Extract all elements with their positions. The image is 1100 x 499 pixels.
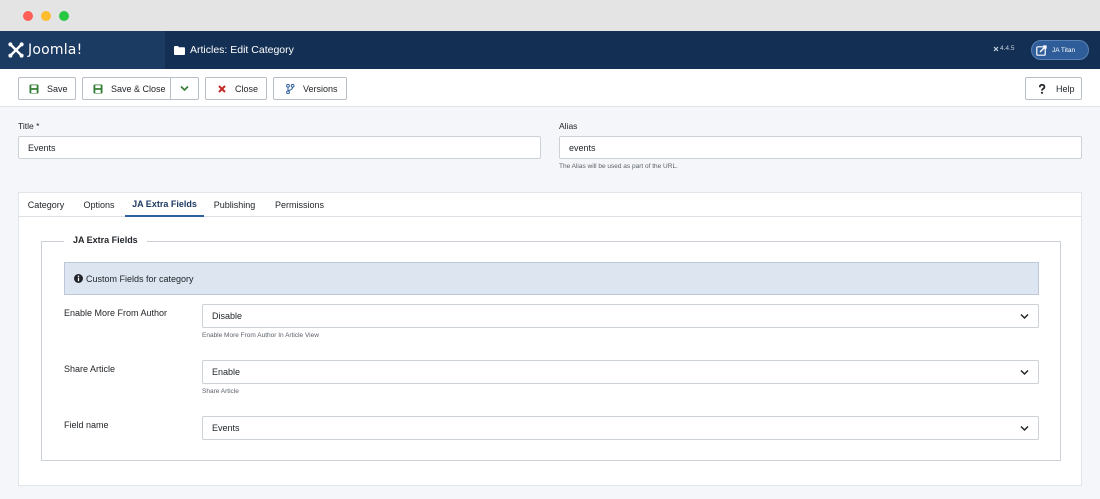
versions-button[interactable]: Versions [273, 77, 347, 100]
joomla-small-icon [993, 46, 999, 51]
question-icon [1038, 83, 1046, 94]
tab-category[interactable]: Category [19, 193, 73, 217]
title-label: Title * [18, 121, 40, 131]
ja-extra-fields-fieldset: JA Extra Fields Custom Fields for catego… [41, 235, 1061, 461]
close-icon [218, 84, 226, 93]
version-text: 4.4.5 [1000, 45, 1015, 52]
enable-more-from-author-value: Disable [212, 311, 243, 321]
share-article-hint: Share Article [202, 388, 239, 395]
field-name-label: Field name [64, 420, 109, 430]
save-options-dropdown-button[interactable] [170, 77, 199, 100]
tab-publishing-label: Publishing [213, 200, 256, 210]
save-close-label: Save & Close [111, 83, 166, 94]
tab-options[interactable]: Options [74, 193, 124, 217]
field-name-select[interactable]: Events [202, 416, 1039, 440]
title-input[interactable]: Events [18, 136, 541, 159]
close-label: Close [235, 83, 259, 94]
admin-header: Joomla! Articles: Edit Category 4.4.5 JA… [0, 31, 1100, 69]
close-button[interactable]: Close [205, 77, 267, 100]
save-close-button[interactable]: Save & Close [82, 77, 171, 100]
category-edit-panel: Category Options JA Extra Fields Publish… [18, 192, 1082, 486]
tab-ja-extra-fields[interactable]: JA Extra Fields [125, 193, 204, 217]
share-article-value: Enable [212, 367, 241, 377]
share-article-select[interactable]: Enable [202, 360, 1039, 384]
help-button[interactable]: Help [1025, 77, 1082, 100]
alias-input-value: events [569, 142, 596, 153]
chevron-down-icon [1020, 425, 1029, 432]
tab-bar: Category Options JA Extra Fields Publish… [19, 193, 1081, 217]
branch-icon [286, 83, 295, 94]
close-window-button[interactable] [23, 11, 33, 21]
edit-external-icon [1036, 44, 1047, 56]
alert-text: Custom Fields for category [86, 273, 194, 284]
tab-category-label: Category [27, 200, 65, 210]
logo-text: Joomla! [28, 42, 83, 58]
info-alert: Custom Fields for category [64, 262, 1039, 295]
minimize-window-button[interactable] [41, 11, 51, 21]
alias-input[interactable]: events [559, 136, 1082, 159]
joomla-logo-icon [8, 42, 24, 58]
save-button[interactable]: Save [18, 77, 76, 100]
share-article-label: Share Article [64, 364, 116, 374]
tab-permissions[interactable]: Permissions [265, 193, 334, 217]
info-icon [74, 274, 83, 283]
fieldset-legend: JA Extra Fields [64, 235, 147, 245]
title-input-value: Events [28, 142, 56, 153]
chevron-down-icon [180, 85, 189, 92]
toolbar: Save Save & Close Close Versions Help [0, 69, 1100, 107]
chevron-down-icon [1020, 369, 1029, 376]
enable-more-from-author-hint: Enable More From Author In Article View [202, 332, 319, 339]
window-titlebar [0, 0, 1100, 31]
version-label: 4.4.5 [993, 45, 1014, 52]
alias-label: Alias [559, 121, 578, 131]
floppy-disk-icon [29, 84, 39, 93]
field-name-value: Events [212, 423, 240, 433]
tab-publishing[interactable]: Publishing [205, 193, 264, 217]
floppy-disk-icon [93, 84, 103, 93]
enable-more-from-author-label: Enable More From Author [64, 308, 168, 318]
user-name: JA Titan [1052, 46, 1076, 54]
tab-permissions-label: Permissions [274, 200, 324, 210]
save-label: Save [47, 83, 68, 94]
page-title-text: Articles: Edit Category [190, 44, 294, 56]
app: Joomla! Articles: Edit Category 4.4.5 JA… [0, 31, 1100, 499]
maximize-window-button[interactable] [59, 11, 69, 21]
tab-ja-extra-fields-label: JA Extra Fields [132, 199, 197, 209]
user-menu-button[interactable]: JA Titan [1031, 40, 1089, 60]
chevron-down-icon [1020, 313, 1029, 320]
versions-label: Versions [303, 83, 338, 94]
alias-hint: The Alias will be used as part of the UR… [559, 163, 678, 170]
enable-more-from-author-select[interactable]: Disable [202, 304, 1039, 328]
page-title: Articles: Edit Category [174, 31, 294, 69]
tab-options-label: Options [83, 200, 115, 210]
folder-icon [174, 45, 185, 55]
logo[interactable]: Joomla! [0, 31, 165, 69]
help-label: Help [1056, 83, 1075, 94]
